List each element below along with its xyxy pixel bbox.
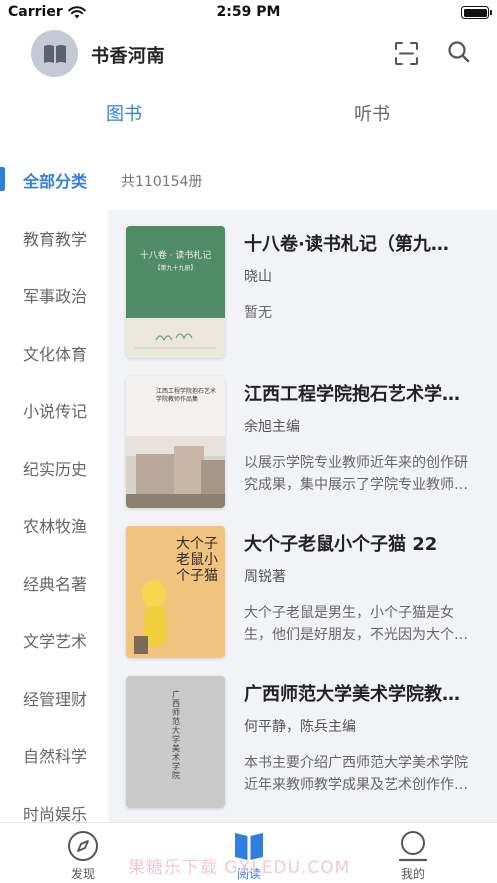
- avatar[interactable]: [31, 30, 78, 77]
- sidebar-item-military-politics[interactable]: 军事政治: [23, 283, 87, 307]
- book-title: 大个子老鼠小个子猫 22: [244, 534, 438, 555]
- book-description: 以展示学院专业教师近年来的创作研究成果，集中展示了学院专业教师…: [244, 455, 468, 493]
- search-icon[interactable]: [446, 39, 472, 65]
- book-cover: 大个子老鼠小个子猫: [126, 526, 225, 658]
- book-cover: 十八卷 · 读书札记 【第九十九册】: [126, 226, 225, 358]
- tab-books[interactable]: 图书: [106, 100, 142, 126]
- person-icon: [398, 831, 428, 862]
- sidebar-item-all[interactable]: 全部分类: [23, 168, 87, 192]
- book-description: 暂无: [244, 305, 272, 321]
- app-title: 书香河南: [91, 46, 165, 67]
- sidebar-item-agriculture[interactable]: 农林牧渔: [23, 513, 87, 537]
- book-description: 本书主要介绍广西师范大学美术学院近年来教师教学成果及艺术创作作…: [244, 755, 468, 793]
- watermark: 果糖乐下载 GXLEDU.COM: [128, 858, 351, 878]
- cover-title: 江西工程学院抱石艺术学院教师作品集: [156, 388, 217, 403]
- scan-icon[interactable]: [394, 41, 419, 66]
- status-bar: Carrier 2:59 PM: [0, 0, 497, 26]
- open-book-icon: [43, 44, 66, 63]
- book-item[interactable]: 十八卷 · 读书札记 【第九十九册】 十八卷·读书札记（第九… 晓山 暂无: [108, 210, 497, 360]
- clock: 2:59 PM: [216, 4, 281, 20]
- cover-title: 大个子老鼠小个子猫: [176, 536, 218, 584]
- book-author: 周锐著: [244, 569, 286, 585]
- book-title: 江西工程学院抱石艺术学…: [244, 384, 460, 405]
- book-title: 十八卷·读书札记（第九…: [244, 234, 449, 255]
- cover-pattern: [134, 333, 216, 349]
- sidebar-item-documentary-history[interactable]: 纪实历史: [23, 456, 87, 480]
- cover-illustration: [134, 580, 166, 654]
- tab-mine[interactable]: 我的: [383, 829, 443, 882]
- book-item[interactable]: 大个子老鼠小个子猫 大个子老鼠小个子猫 22 周锐著 大个子老鼠是男生，小个子猫…: [108, 510, 497, 660]
- cover-photo: [126, 436, 225, 508]
- book-description: 大个子老鼠是男生，小个子猫是女生，他们是好朋友，不光因为大个…: [244, 605, 468, 643]
- sidebar-item-classics[interactable]: 经典名著: [23, 571, 87, 595]
- cover-title: 十八卷 · 读书札记: [139, 251, 212, 261]
- sidebar-item-science[interactable]: 自然科学: [23, 743, 87, 767]
- battery-icon: [461, 6, 492, 19]
- sidebar-item-literature-art[interactable]: 文学艺术: [23, 628, 87, 652]
- sidebar-item-finance[interactable]: 经管理财: [23, 686, 87, 710]
- content-tabs: 图书 听书: [0, 96, 497, 136]
- bottom-tab-bar: 发现 阅读 我的 果糖乐下载 GXLEDU.COM: [0, 822, 497, 883]
- cover-title: 广西师范大学美术学院: [172, 690, 180, 780]
- book-count: 共110154册: [121, 174, 203, 190]
- sidebar-item-culture-sports[interactable]: 文化体育: [23, 341, 87, 365]
- cover-subtitle: 【第九十九册】: [154, 265, 197, 272]
- active-category-indicator: [0, 167, 5, 191]
- app-header: 书香河南: [0, 26, 497, 82]
- book-cover: 江西工程学院抱石艺术学院教师作品集: [126, 376, 225, 508]
- book-title: 广西师范大学美术学院教…: [244, 684, 460, 705]
- book-item[interactable]: 广西师范大学美术学院 广西师范大学美术学院教… 何平静，陈兵主编 本书主要介绍广…: [108, 660, 497, 810]
- book-author: 晓山: [244, 269, 272, 285]
- book-item[interactable]: 江西工程学院抱石艺术学院教师作品集 江西工程学院抱石艺术学… 余旭主编 以展示学…: [108, 360, 497, 510]
- tab-discover[interactable]: 发现: [53, 829, 113, 882]
- sidebar-item-fiction-biography[interactable]: 小说传记: [23, 398, 87, 422]
- book-author: 何平静，陈兵主编: [244, 719, 356, 735]
- tab-audiobooks[interactable]: 听书: [354, 100, 390, 126]
- sidebar-item-education[interactable]: 教育教学: [23, 226, 87, 250]
- compass-icon: [68, 831, 98, 861]
- book-author: 余旭主编: [244, 419, 300, 435]
- tab-label: 我的: [400, 867, 425, 881]
- book-list: 十八卷 · 读书札记 【第九十九册】 十八卷·读书札记（第九… 晓山 暂无 江西…: [108, 210, 497, 822]
- book-cover: 广西师范大学美术学院: [126, 676, 225, 808]
- tab-label: 发现: [70, 867, 95, 881]
